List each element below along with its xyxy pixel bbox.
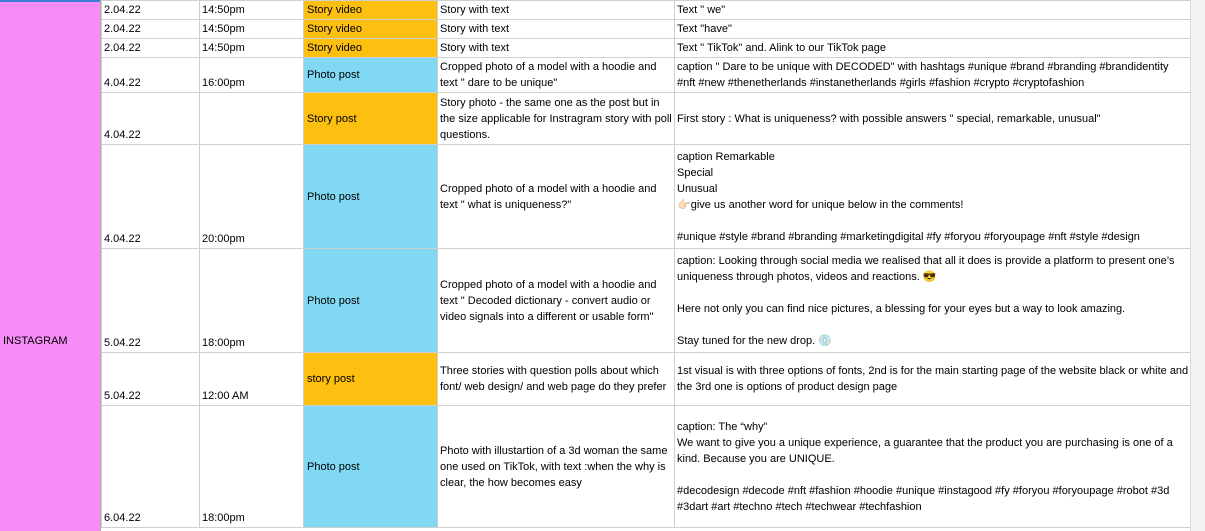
table-row[interactable]: 4.04.22 Story post Story photo - the same … [101,92,1192,145]
content-cell[interactable]: Text " we" [674,0,1192,20]
date-cell[interactable]: 2.04.22 [101,19,200,39]
vertical-scrollbar[interactable] [1190,0,1205,531]
date-cell[interactable]: 6.04.22 [101,405,200,528]
content-cell[interactable]: caption Remarkable Special Unusual 👉🏻giv… [674,144,1192,249]
post-type-cell[interactable]: Photo post [303,57,438,93]
post-type-cell[interactable]: Photo post [303,405,438,528]
content-cell[interactable]: caption " Dare to be unique with DECODED… [674,57,1192,93]
post-type-cell[interactable]: Photo post [303,144,438,249]
description-cell[interactable]: Cropped photo of a model with a hoodie a… [437,248,675,353]
date-cell[interactable]: 2.04.22 [101,38,200,58]
selection-indicator [0,0,100,2]
time-cell[interactable]: 14:50pm [199,19,304,39]
table-row[interactable]: 2.04.22 14:50pm Story video Story with text… [101,0,1192,20]
description-cell[interactable]: Story with text [437,38,675,58]
content-cell[interactable]: First story : What is uniqueness? with p… [674,92,1192,145]
description-cell[interactable]: Cropped photo of a model with a hoodie a… [437,144,675,249]
table-row[interactable]: 4.04.22 20:00pm Photo post Cropped photo of… [101,144,1192,249]
time-cell[interactable]: 20:00pm [199,144,304,249]
table-row[interactable]: 5.04.22 18:00pm Photo post Cropped photo of… [101,248,1192,353]
content-calendar-table: 2.04.22 14:50pm Story video Story with text… [101,0,1192,528]
description-cell[interactable]: Three stories with question polls about … [437,352,675,406]
post-type-cell[interactable]: Story video [303,0,438,20]
description-cell[interactable]: Story with text [437,0,675,20]
date-cell[interactable]: 5.04.22 [101,352,200,406]
content-cell[interactable]: caption: Looking through social media we… [674,248,1192,353]
platform-label: INSTAGRAM [3,335,68,347]
time-cell[interactable]: 14:50pm [199,38,304,58]
post-type-cell[interactable]: Story video [303,19,438,39]
time-cell[interactable]: 18:00pm [199,405,304,528]
date-cell[interactable]: 4.04.22 [101,144,200,249]
date-cell[interactable]: 2.04.22 [101,0,200,20]
table-row[interactable]: 5.04.22 12:00 AM story post Three stories w… [101,352,1192,406]
content-cell[interactable]: 1st visual is with three options of font… [674,352,1192,406]
date-cell[interactable]: 4.04.22 [101,92,200,145]
description-cell[interactable]: Cropped photo of a model with a hoodie a… [437,57,675,93]
content-cell[interactable]: caption: The “why” We want to give you a… [674,405,1192,528]
table-row[interactable]: 4.04.22 16:00pm Photo post Cropped photo of… [101,57,1192,93]
content-cell[interactable]: Text "have" [674,19,1192,39]
description-cell[interactable]: Photo with illustartion of a 3d woman th… [437,405,675,528]
table-row[interactable]: 2.04.22 14:50pm Story video Story with text… [101,38,1192,58]
time-cell[interactable]: 16:00pm [199,57,304,93]
platform-column-cell[interactable]: INSTAGRAM [0,0,101,531]
table-row[interactable]: 2.04.22 14:50pm Story video Story with text… [101,19,1192,39]
post-type-cell[interactable]: Story video [303,38,438,58]
content-cell[interactable]: Text " TikTok" and. Alink to our TikTok … [674,38,1192,58]
post-type-cell[interactable]: Story post [303,92,438,145]
time-cell[interactable] [199,92,304,145]
post-type-cell[interactable]: story post [303,352,438,406]
table-row[interactable]: 6.04.22 18:00pm Photo post Photo with illus… [101,405,1192,528]
description-cell[interactable]: Story with text [437,19,675,39]
post-type-cell[interactable]: Photo post [303,248,438,353]
time-cell[interactable]: 14:50pm [199,0,304,20]
time-cell[interactable]: 18:00pm [199,248,304,353]
spreadsheet: INSTAGRAM 2.04.22 14:50pm Story video Story… [0,0,1205,531]
date-cell[interactable]: 4.04.22 [101,57,200,93]
time-cell[interactable]: 12:00 AM [199,352,304,406]
date-cell[interactable]: 5.04.22 [101,248,200,353]
description-cell[interactable]: Story photo - the same one as the post b… [437,92,675,145]
